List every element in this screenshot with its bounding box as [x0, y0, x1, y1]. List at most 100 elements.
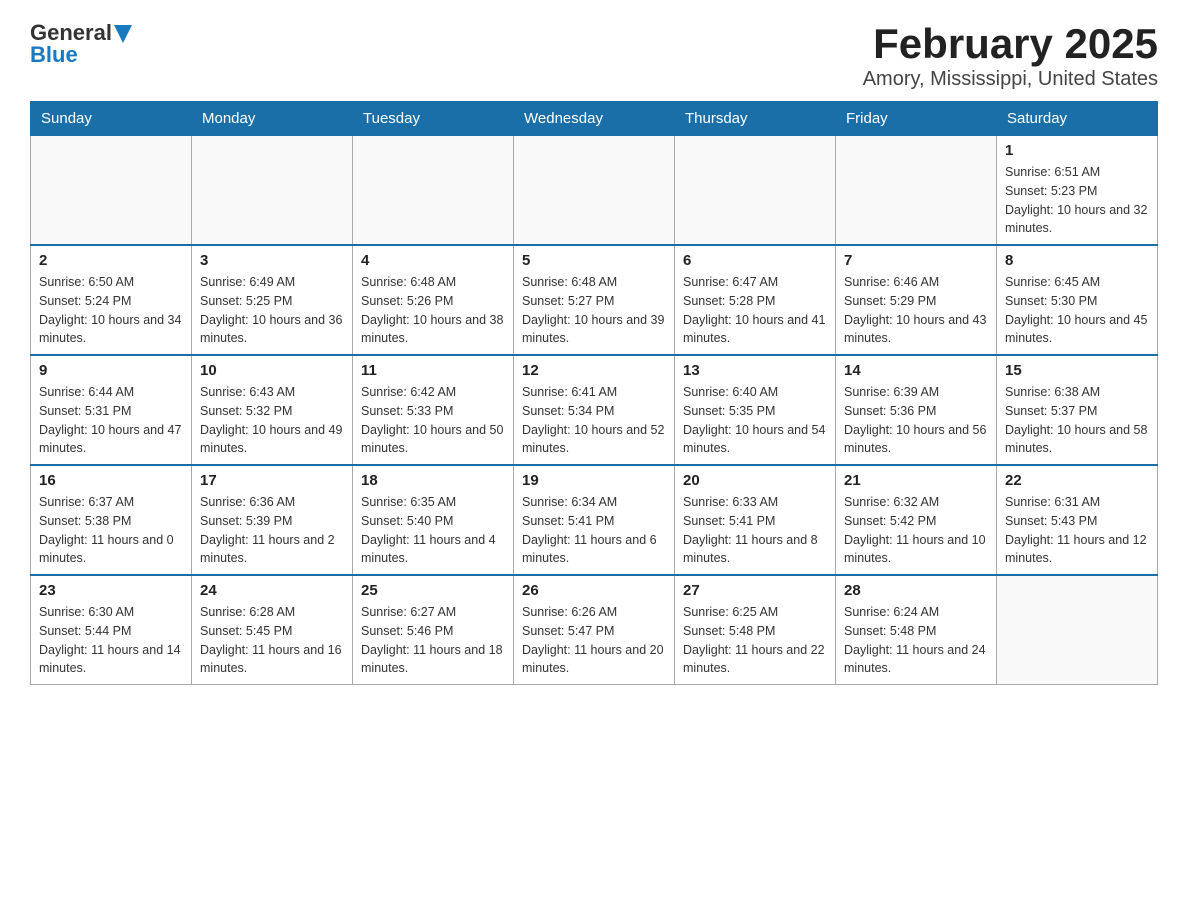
day-info: Sunrise: 6:31 AM Sunset: 5:43 PM Dayligh… — [1005, 493, 1149, 568]
day-number: 22 — [1005, 472, 1149, 489]
table-row: 24 Sunrise: 6:28 AM Sunset: 5:45 PM Dayli… — [192, 575, 353, 685]
col-friday: Friday — [836, 102, 997, 136]
day-number: 20 — [683, 472, 827, 489]
day-info: Sunrise: 6:27 AM Sunset: 5:46 PM Dayligh… — [361, 603, 505, 678]
calendar-table: Sunday Monday Tuesday Wednesday Thursday… — [30, 101, 1158, 685]
table-row: 9 Sunrise: 6:44 AM Sunset: 5:31 PM Daylig… — [31, 355, 192, 465]
day-info: Sunrise: 6:25 AM Sunset: 5:48 PM Dayligh… — [683, 603, 827, 678]
page-title: February 2025 — [863, 20, 1158, 68]
calendar-week-row: 16Sunrise: 6:37 AM Sunset: 5:38 PM Dayli… — [31, 465, 1158, 575]
day-info: Sunrise: 6:41 AM Sunset: 5:34 PM Dayligh… — [522, 383, 666, 458]
table-row: 7Sunrise: 6:46 AM Sunset: 5:29 PM Daylig… — [836, 245, 997, 355]
table-row: 4 Sunrise: 6:48 AM Sunset: 5:26 PM Daylig… — [353, 245, 514, 355]
day-info: Sunrise: 6:24 AM Sunset: 5:48 PM Dayligh… — [844, 603, 988, 678]
day-info: Sunrise: 6:51 AM Sunset: 5:23 PM Dayligh… — [1005, 163, 1149, 238]
table-row: 8 Sunrise: 6:45 AM Sunset: 5:30 PM Daylig… — [997, 245, 1158, 355]
table-row: 14 Sunrise: 6:39 AM Sunset: 5:36 PM Dayli… — [836, 355, 997, 465]
col-tuesday: Tuesday — [353, 102, 514, 136]
table-row: 23 Sunrise: 6:30 AM Sunset: 5:44 PM Dayli… — [31, 575, 192, 685]
table-row: 20 Sunrise: 6:33 AM Sunset: 5:41 PM Dayli… — [675, 465, 836, 575]
day-info: Sunrise: 6:48 AM Sunset: 5:26 PM Dayligh… — [361, 273, 505, 348]
day-info: Sunrise: 6:40 AM Sunset: 5:35 PM Dayligh… — [683, 383, 827, 458]
day-number: 2 — [39, 252, 183, 269]
table-row: 19Sunrise: 6:34 AM Sunset: 5:41 PM Dayli… — [514, 465, 675, 575]
day-info: Sunrise: 6:35 AM Sunset: 5:40 PM Dayligh… — [361, 493, 505, 568]
table-row: 1 Sunrise: 6:51 AM Sunset: 5:23 PM Daylig… — [997, 136, 1158, 246]
table-row — [31, 136, 192, 246]
table-row: 3 Sunrise: 6:49 AM Sunset: 5:25 PM Daylig… — [192, 245, 353, 355]
day-number: 28 — [844, 582, 988, 599]
day-number: 18 — [361, 472, 505, 489]
day-number: 10 — [200, 362, 344, 379]
table-row: 28 Sunrise: 6:24 AM Sunset: 5:48 PM Dayli… — [836, 575, 997, 685]
table-row: 11 Sunrise: 6:42 AM Sunset: 5:33 PM Dayli… — [353, 355, 514, 465]
day-info: Sunrise: 6:43 AM Sunset: 5:32 PM Dayligh… — [200, 383, 344, 458]
day-number: 21 — [844, 472, 988, 489]
day-info: Sunrise: 6:28 AM Sunset: 5:45 PM Dayligh… — [200, 603, 344, 678]
day-number: 27 — [683, 582, 827, 599]
day-number: 1 — [1005, 142, 1149, 159]
table-row: 17Sunrise: 6:36 AM Sunset: 5:39 PM Dayli… — [192, 465, 353, 575]
day-info: Sunrise: 6:44 AM Sunset: 5:31 PM Dayligh… — [39, 383, 183, 458]
table-row: 12 Sunrise: 6:41 AM Sunset: 5:34 PM Dayli… — [514, 355, 675, 465]
day-number: 9 — [39, 362, 183, 379]
table-row — [353, 136, 514, 246]
title-block: February 2025 Amory, Mississippi, United… — [863, 20, 1158, 91]
page-header: General Blue February 2025 Amory, Missis… — [30, 20, 1158, 91]
table-row: 6Sunrise: 6:47 AM Sunset: 5:28 PM Daylig… — [675, 245, 836, 355]
day-number: 17 — [200, 472, 344, 489]
day-number: 13 — [683, 362, 827, 379]
calendar-week-row: 2 Sunrise: 6:50 AM Sunset: 5:24 PM Daylig… — [31, 245, 1158, 355]
day-info: Sunrise: 6:33 AM Sunset: 5:41 PM Dayligh… — [683, 493, 827, 568]
day-info: Sunrise: 6:30 AM Sunset: 5:44 PM Dayligh… — [39, 603, 183, 678]
col-sunday: Sunday — [31, 102, 192, 136]
day-number: 26 — [522, 582, 666, 599]
col-thursday: Thursday — [675, 102, 836, 136]
table-row: 10 Sunrise: 6:43 AM Sunset: 5:32 PM Dayli… — [192, 355, 353, 465]
table-row: 27 Sunrise: 6:25 AM Sunset: 5:48 PM Dayli… — [675, 575, 836, 685]
day-number: 14 — [844, 362, 988, 379]
calendar-week-row: 23 Sunrise: 6:30 AM Sunset: 5:44 PM Dayli… — [31, 575, 1158, 685]
day-number: 3 — [200, 252, 344, 269]
day-number: 11 — [361, 362, 505, 379]
day-number: 12 — [522, 362, 666, 379]
table-row: 13 Sunrise: 6:40 AM Sunset: 5:35 PM Dayli… — [675, 355, 836, 465]
table-row: 26 Sunrise: 6:26 AM Sunset: 5:47 PM Dayli… — [514, 575, 675, 685]
day-number: 8 — [1005, 252, 1149, 269]
logo-blue: Blue — [30, 42, 78, 68]
day-info: Sunrise: 6:46 AM Sunset: 5:29 PM Dayligh… — [844, 273, 988, 348]
table-row — [192, 136, 353, 246]
day-number: 5 — [522, 252, 666, 269]
day-number: 23 — [39, 582, 183, 599]
table-row: 21 Sunrise: 6:32 AM Sunset: 5:42 PM Dayli… — [836, 465, 997, 575]
page-subtitle: Amory, Mississippi, United States — [863, 68, 1158, 91]
table-row: 15Sunrise: 6:38 AM Sunset: 5:37 PM Dayli… — [997, 355, 1158, 465]
day-info: Sunrise: 6:39 AM Sunset: 5:36 PM Dayligh… — [844, 383, 988, 458]
day-info: Sunrise: 6:49 AM Sunset: 5:25 PM Dayligh… — [200, 273, 344, 348]
table-row: 5 Sunrise: 6:48 AM Sunset: 5:27 PM Daylig… — [514, 245, 675, 355]
day-number: 16 — [39, 472, 183, 489]
table-row — [675, 136, 836, 246]
day-info: Sunrise: 6:34 AM Sunset: 5:41 PM Dayligh… — [522, 493, 666, 568]
calendar-week-row: 9 Sunrise: 6:44 AM Sunset: 5:31 PM Daylig… — [31, 355, 1158, 465]
table-row: 18 Sunrise: 6:35 AM Sunset: 5:40 PM Dayli… — [353, 465, 514, 575]
day-info: Sunrise: 6:47 AM Sunset: 5:28 PM Dayligh… — [683, 273, 827, 348]
table-row: 25Sunrise: 6:27 AM Sunset: 5:46 PM Dayli… — [353, 575, 514, 685]
day-number: 15 — [1005, 362, 1149, 379]
day-info: Sunrise: 6:45 AM Sunset: 5:30 PM Dayligh… — [1005, 273, 1149, 348]
table-row: 16Sunrise: 6:37 AM Sunset: 5:38 PM Dayli… — [31, 465, 192, 575]
day-info: Sunrise: 6:26 AM Sunset: 5:47 PM Dayligh… — [522, 603, 666, 678]
table-row — [997, 575, 1158, 685]
calendar-header-row: Sunday Monday Tuesday Wednesday Thursday… — [31, 102, 1158, 136]
day-info: Sunrise: 6:42 AM Sunset: 5:33 PM Dayligh… — [361, 383, 505, 458]
col-wednesday: Wednesday — [514, 102, 675, 136]
logo-triangle-icon — [114, 25, 132, 43]
day-info: Sunrise: 6:48 AM Sunset: 5:27 PM Dayligh… — [522, 273, 666, 348]
table-row — [836, 136, 997, 246]
day-info: Sunrise: 6:32 AM Sunset: 5:42 PM Dayligh… — [844, 493, 988, 568]
day-number: 4 — [361, 252, 505, 269]
col-monday: Monday — [192, 102, 353, 136]
day-info: Sunrise: 6:50 AM Sunset: 5:24 PM Dayligh… — [39, 273, 183, 348]
table-row: 22 Sunrise: 6:31 AM Sunset: 5:43 PM Dayli… — [997, 465, 1158, 575]
day-number: 24 — [200, 582, 344, 599]
